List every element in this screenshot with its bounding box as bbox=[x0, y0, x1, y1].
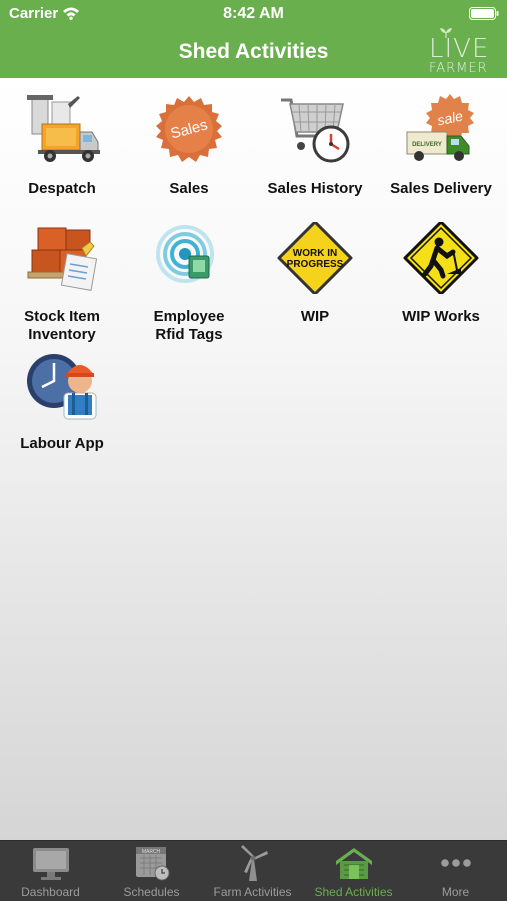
battery-icon bbox=[469, 7, 499, 20]
more-dots-icon bbox=[440, 859, 471, 867]
delivery-truck-icon: sale DELIVERY bbox=[406, 94, 474, 161]
calendar-month-text: MARCH bbox=[141, 849, 160, 855]
tile-sales-delivery[interactable]: sale DELIVERY Sales Delivery bbox=[378, 94, 504, 198]
tile-wip-works[interactable]: WIP Works bbox=[378, 222, 504, 326]
pallet-boxes-icon bbox=[27, 227, 98, 291]
clock-time: 8:42 AM bbox=[223, 5, 284, 22]
labour-worker-clock-icon bbox=[27, 354, 97, 420]
tile-label: Sales History bbox=[267, 180, 363, 197]
tile-wip[interactable]: WORK IN PROGRESS WIP bbox=[252, 222, 378, 326]
tab-farm-activities[interactable]: Farm Activities bbox=[202, 841, 303, 901]
navigation-bar: Shed Activities LIVE FARMER bbox=[0, 28, 507, 78]
monitor-icon bbox=[32, 848, 69, 880]
tab-label: Schedules bbox=[123, 885, 180, 899]
tile-employee-rfid-tags[interactable]: Employee Rfid Tags bbox=[126, 222, 252, 344]
tab-more[interactable]: More bbox=[404, 841, 507, 901]
tile-label: Sales Delivery bbox=[390, 180, 492, 197]
tile-label: WIP bbox=[300, 308, 330, 325]
tile-label: Stock Item Inventory bbox=[24, 308, 100, 343]
tab-label: Farm Activities bbox=[213, 885, 292, 899]
rfid-tag-icon bbox=[156, 225, 214, 283]
tab-label: Dashboard bbox=[21, 885, 80, 899]
logo-text-top: LIVE bbox=[429, 34, 490, 64]
sprout-icon bbox=[440, 28, 452, 38]
live-farmer-logo: LIVE FARMER bbox=[429, 28, 490, 76]
tile-sales[interactable]: Sales Sales bbox=[126, 94, 252, 198]
tile-despatch[interactable]: Despatch bbox=[0, 94, 125, 198]
delivery-truck-text: DELIVERY bbox=[412, 142, 442, 148]
tab-label: More bbox=[441, 885, 470, 899]
shed-icon bbox=[335, 848, 372, 879]
worker-sign-icon bbox=[403, 222, 479, 294]
status-bar: Carrier 8:42 AM bbox=[0, 0, 507, 28]
work-in-progress-sign-icon: WORK IN PROGRESS bbox=[277, 222, 353, 294]
tab-schedules[interactable]: MARCH Schedules bbox=[101, 841, 202, 901]
wip-sign-line2: PROGRESS bbox=[287, 259, 344, 270]
tile-label: Employee Rfid Tags bbox=[153, 308, 225, 343]
tab-shed-activities[interactable]: Shed Activities bbox=[303, 841, 404, 901]
tile-label: Despatch bbox=[28, 180, 96, 197]
logo-text-bottom: FARMER bbox=[429, 61, 488, 76]
wip-sign-line1: WORK IN bbox=[293, 248, 337, 259]
tab-label: Shed Activities bbox=[314, 885, 393, 899]
windmill-icon bbox=[240, 845, 268, 881]
tile-labour-app[interactable]: Labour App bbox=[0, 349, 125, 453]
despatch-truck-icon bbox=[27, 95, 100, 162]
tile-label: Sales bbox=[169, 180, 209, 197]
cart-clock-icon bbox=[281, 98, 350, 163]
activity-grid: Despatch Sales Sales Sales History sale … bbox=[0, 78, 507, 840]
tile-label: Labour App bbox=[20, 435, 104, 452]
sales-badge-icon: Sales bbox=[156, 96, 222, 162]
tile-sales-history[interactable]: Sales History bbox=[252, 94, 378, 198]
tile-stock-item-inventory[interactable]: Stock Item Inventory bbox=[0, 222, 125, 344]
tab-dashboard[interactable]: Dashboard bbox=[0, 841, 101, 901]
tile-label: WIP Works bbox=[402, 308, 480, 325]
calendar-clock-icon: MARCH bbox=[135, 847, 169, 881]
tab-bar: Dashboard MARCH Schedules Farm Activitie… bbox=[0, 840, 507, 901]
